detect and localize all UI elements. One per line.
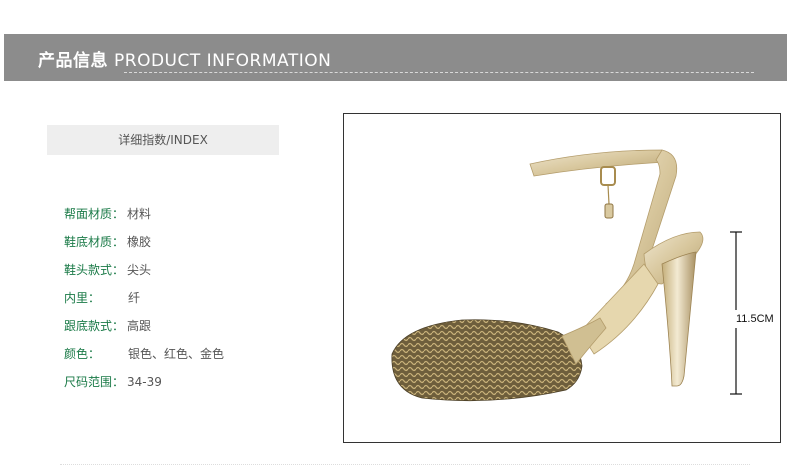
spec-key: 颜色： — [64, 347, 101, 361]
spec-row-lining: 内里： 纤 — [64, 290, 324, 318]
section-header: 产品信息 PRODUCT INFORMATION — [4, 34, 787, 81]
spec-row-heel-style: 跟底款式： 高跟 — [64, 318, 324, 346]
spec-value: 34-39 — [127, 375, 162, 389]
spec-value: 尖头 — [127, 263, 152, 277]
spec-value: 银色、红色、金色 — [128, 347, 225, 361]
spec-key: 鞋底材质： — [64, 235, 125, 249]
toe-vamp — [391, 319, 583, 402]
spec-key: 尺码范围： — [64, 375, 125, 389]
spec-row-sole-material: 鞋底材质： 橡胶 — [64, 234, 324, 262]
product-photo-frame: 11.5CM — [343, 113, 781, 443]
bottom-divider — [60, 464, 750, 465]
section-title-cn: 产品信息 — [38, 51, 108, 71]
section-title-en: PRODUCT INFORMATION — [114, 51, 332, 71]
spec-row-toe-style: 鞋头款式： 尖头 — [64, 262, 324, 290]
header-divider — [124, 72, 754, 73]
stiletto-heel — [661, 251, 697, 387]
section-title: 产品信息 PRODUCT INFORMATION — [38, 46, 331, 71]
buckle-icon — [600, 166, 616, 186]
spec-list: 帮面材质： 材料 鞋底材质： 橡胶 鞋头款式： 尖头 内里： 纤 跟底款式： 高… — [64, 206, 324, 402]
spec-key: 帮面材质： — [64, 207, 125, 221]
spec-row-size-range: 尺码范围： 34-39 — [64, 374, 324, 402]
spec-row-upper-material: 帮面材质： 材料 — [64, 206, 324, 234]
spec-value: 橡胶 — [127, 235, 152, 249]
spec-row-color: 颜色： 银色、红色、金色 — [64, 346, 324, 374]
spec-key: 鞋头款式： — [64, 263, 125, 277]
spec-value: 纤 — [128, 291, 141, 305]
spec-value: 高跟 — [127, 319, 152, 333]
product-shoe-illustration — [391, 149, 776, 402]
height-label: 11.5CM — [736, 313, 774, 325]
spec-value: 材料 — [127, 207, 152, 221]
spec-key: 内里： — [64, 291, 101, 305]
ankle-strap — [529, 149, 667, 177]
spec-key: 跟底款式： — [64, 319, 125, 333]
index-heading: 详细指数/INDEX — [47, 125, 279, 155]
